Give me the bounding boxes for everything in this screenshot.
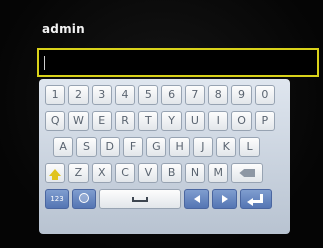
cursor-right-key[interactable] — [212, 189, 237, 209]
key-f[interactable]: F — [122, 137, 144, 157]
keyboard-row-numbers: 1 2 3 4 5 6 7 8 9 0 — [45, 85, 284, 105]
key-m[interactable]: M — [208, 163, 229, 183]
keyboard-row-bottom: Z X C V B N M — [45, 163, 284, 183]
keyboard-row-function: 123 — [45, 189, 284, 209]
key-y[interactable]: Y — [161, 111, 182, 131]
key-0[interactable]: 0 — [254, 85, 275, 105]
key-g[interactable]: G — [146, 137, 167, 157]
key-t[interactable]: T — [138, 111, 159, 131]
key-8[interactable]: 8 — [208, 85, 229, 105]
globe-icon — [79, 193, 89, 203]
symbols-key[interactable]: 123 — [45, 189, 69, 209]
on-screen-keyboard: 1 2 3 4 5 6 7 8 9 0 Q W E R T Y U I O P … — [39, 79, 290, 234]
key-d[interactable]: D — [99, 137, 120, 157]
key-9[interactable]: 9 — [231, 85, 252, 105]
key-c[interactable]: C — [114, 163, 136, 183]
key-5[interactable]: 5 — [138, 85, 159, 105]
key-1[interactable]: 1 — [45, 85, 66, 105]
key-w[interactable]: W — [68, 111, 89, 131]
key-x[interactable]: X — [91, 163, 112, 183]
login-screen: admin 1 2 3 4 5 6 7 8 9 0 Q W E R T Y U … — [0, 0, 323, 248]
key-3[interactable]: 3 — [91, 85, 112, 105]
key-q[interactable]: Q — [45, 111, 66, 131]
key-a[interactable]: A — [53, 137, 74, 157]
key-e[interactable]: E — [91, 111, 112, 131]
username-label: admin — [42, 22, 85, 36]
key-p[interactable]: P — [254, 111, 275, 131]
language-key[interactable] — [72, 189, 96, 209]
key-2[interactable]: 2 — [68, 85, 89, 105]
key-r[interactable]: R — [114, 111, 136, 131]
backspace-key[interactable] — [231, 163, 264, 183]
key-j[interactable]: J — [192, 137, 214, 157]
key-n[interactable]: N — [184, 163, 206, 183]
key-o[interactable]: O — [231, 111, 252, 131]
enter-key[interactable] — [240, 189, 272, 209]
cursor-left-key[interactable] — [184, 189, 209, 209]
key-b[interactable]: B — [161, 163, 182, 183]
shift-key[interactable] — [45, 163, 66, 183]
key-h[interactable]: H — [169, 137, 190, 157]
arrow-right-icon — [221, 195, 228, 203]
keyboard-row-home: A S D F G H J K L — [45, 137, 284, 157]
text-input-field[interactable] — [37, 48, 319, 77]
key-4[interactable]: 4 — [114, 85, 136, 105]
shift-icon — [49, 169, 62, 180]
key-z[interactable]: Z — [68, 163, 89, 183]
space-key[interactable] — [99, 189, 181, 209]
key-l[interactable]: L — [239, 137, 260, 157]
keyboard-row-top: Q W E R T Y U I O P — [45, 111, 284, 131]
key-i[interactable]: I — [208, 111, 229, 131]
key-7[interactable]: 7 — [184, 85, 206, 105]
enter-icon — [247, 194, 265, 206]
key-6[interactable]: 6 — [161, 85, 182, 105]
key-k[interactable]: K — [216, 137, 237, 157]
arrow-left-icon — [193, 195, 200, 203]
key-v[interactable]: V — [138, 163, 159, 183]
key-u[interactable]: U — [184, 111, 206, 131]
text-cursor — [44, 56, 45, 70]
symbols-key-label: 123 — [50, 195, 64, 203]
backspace-icon — [239, 169, 256, 177]
key-s[interactable]: S — [76, 137, 97, 157]
space-icon — [132, 197, 148, 202]
